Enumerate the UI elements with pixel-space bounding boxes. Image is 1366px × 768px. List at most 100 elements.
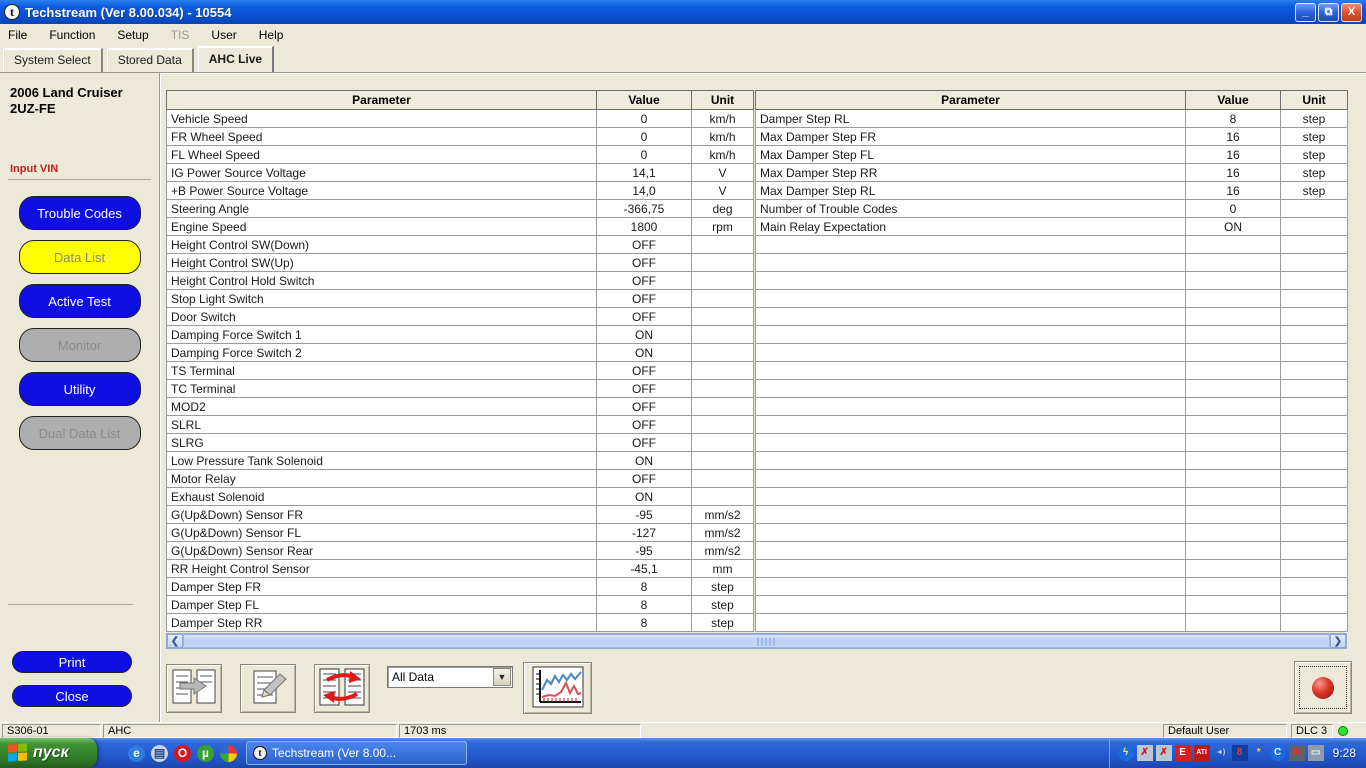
- ie-icon[interactable]: e: [128, 745, 145, 762]
- muted-icon[interactable]: ✖: [1289, 745, 1305, 761]
- menu-file[interactable]: File: [6, 26, 29, 44]
- layout-flower-icon[interactable]: *: [1251, 745, 1267, 761]
- param-cell: Damping Force Switch 2: [167, 344, 597, 362]
- opera-icon[interactable]: O: [174, 745, 191, 762]
- table-row[interactable]: FR Wheel Speed0km/h: [167, 128, 754, 146]
- chrome-icon[interactable]: [220, 745, 237, 762]
- status-system-code: S306-01: [2, 724, 101, 738]
- close-button[interactable]: Close: [12, 685, 132, 707]
- table-row[interactable]: SLRGOFF: [167, 434, 754, 452]
- table-row[interactable]: Number of Trouble Codes0: [756, 200, 1348, 218]
- table-row[interactable]: Vehicle Speed0km/h: [167, 110, 754, 128]
- battery-app-icon[interactable]: 8: [1232, 745, 1248, 761]
- close-window-button[interactable]: X: [1341, 3, 1362, 22]
- unit-cell: [1281, 236, 1348, 254]
- table-row[interactable]: Motor RelayOFF: [167, 470, 754, 488]
- title-bar[interactable]: t Techstream (Ver 8.00.034) - 10554 _ ⧉ …: [0, 0, 1366, 24]
- value-cell: [1186, 344, 1281, 362]
- data-filter-dropdown[interactable]: All Data ▼: [387, 666, 513, 688]
- notes-icon[interactable]: ▤: [151, 745, 168, 762]
- tab-system-select[interactable]: System Select: [3, 48, 103, 72]
- record-review-button[interactable]: [240, 664, 296, 713]
- scroll-right-arrow-icon[interactable]: ❯: [1330, 634, 1346, 648]
- menu-function[interactable]: Function: [47, 26, 97, 44]
- col-header-value[interactable]: Value: [597, 91, 692, 110]
- scrollbar-thumb[interactable]: [183, 634, 1330, 648]
- tab-stored-data[interactable]: Stored Data: [107, 48, 194, 72]
- table-row[interactable]: TS TerminalOFF: [167, 362, 754, 380]
- menu-user[interactable]: User: [209, 26, 238, 44]
- e-app-icon[interactable]: E: [1175, 745, 1191, 761]
- chevron-down-icon[interactable]: ▼: [493, 668, 511, 686]
- table-row[interactable]: Damping Force Switch 2ON: [167, 344, 754, 362]
- table-row[interactable]: SLRLOFF: [167, 416, 754, 434]
- table-row[interactable]: G(Up&Down) Sensor Rear-95mm/s2: [167, 542, 754, 560]
- table-row: [756, 398, 1348, 416]
- col-header-unit[interactable]: Unit: [1281, 91, 1348, 110]
- col-header-value[interactable]: Value: [1186, 91, 1281, 110]
- utorrent-icon[interactable]: µ: [197, 745, 214, 762]
- col-header-parameter[interactable]: Parameter: [756, 91, 1186, 110]
- table-row[interactable]: Door SwitchOFF: [167, 308, 754, 326]
- restore-button[interactable]: ⧉: [1318, 3, 1339, 22]
- table-row[interactable]: TC TerminalOFF: [167, 380, 754, 398]
- network-offline-icon[interactable]: ✗: [1137, 745, 1153, 761]
- record-button[interactable]: [1294, 661, 1352, 714]
- start-button[interactable]: пуск: [0, 738, 97, 768]
- data-table-left: Parameter Value Unit Vehicle Speed0km/hF…: [166, 90, 754, 632]
- ati-icon[interactable]: ATI: [1194, 745, 1210, 761]
- punto-switcher-icon[interactable]: ϟ: [1118, 745, 1134, 761]
- table-row[interactable]: Max Damper Step RL16step: [756, 182, 1348, 200]
- table-row[interactable]: Stop Light SwitchOFF: [167, 290, 754, 308]
- sidebar-button-trouble-codes[interactable]: Trouble Codes: [19, 196, 141, 230]
- scroll-left-arrow-icon[interactable]: ❮: [167, 634, 183, 648]
- menu-help[interactable]: Help: [257, 26, 286, 44]
- table-row[interactable]: G(Up&Down) Sensor FR-95mm/s2: [167, 506, 754, 524]
- horizontal-scrollbar[interactable]: ❮ ❯: [166, 633, 1347, 649]
- col-header-parameter[interactable]: Parameter: [167, 91, 597, 110]
- line-graph-button[interactable]: [523, 662, 592, 714]
- unit-cell: [692, 452, 754, 470]
- table-row[interactable]: Engine Speed1800rpm: [167, 218, 754, 236]
- table-row[interactable]: Damper Step FR8step: [167, 578, 754, 596]
- table-row[interactable]: Height Control SW(Down)OFF: [167, 236, 754, 254]
- select-data-button[interactable]: [166, 664, 222, 713]
- table-row[interactable]: G(Up&Down) Sensor FL-127mm/s2: [167, 524, 754, 542]
- sidebar-button-active-test[interactable]: Active Test: [19, 284, 141, 318]
- table-row[interactable]: Height Control Hold SwitchOFF: [167, 272, 754, 290]
- tab-ahc-live[interactable]: AHC Live: [198, 46, 274, 72]
- table-row[interactable]: Damper Step RL8step: [756, 110, 1348, 128]
- table-row[interactable]: Max Damper Step FL16step: [756, 146, 1348, 164]
- volume-icon[interactable]: ◄): [1213, 745, 1229, 761]
- value-cell: -366,75: [597, 200, 692, 218]
- input-vin-link[interactable]: Input VIN: [10, 163, 159, 175]
- taskbar-item-techstream[interactable]: t Techstream (Ver 8.00...: [246, 741, 467, 765]
- col-header-unit[interactable]: Unit: [692, 91, 754, 110]
- table-row[interactable]: Damper Step FL8step: [167, 596, 754, 614]
- table-row[interactable]: IG Power Source Voltage14,1V: [167, 164, 754, 182]
- table-row[interactable]: RR Height Control Sensor-45,1mm: [167, 560, 754, 578]
- table-row[interactable]: FL Wheel Speed0km/h: [167, 146, 754, 164]
- audio-device-offline-icon[interactable]: ✗: [1156, 745, 1172, 761]
- table-row[interactable]: MOD2OFF: [167, 398, 754, 416]
- sidebar-button-utility[interactable]: Utility: [19, 372, 141, 406]
- table-row[interactable]: Exhaust SolenoidON: [167, 488, 754, 506]
- table-row[interactable]: Low Pressure Tank SolenoidON: [167, 452, 754, 470]
- swap-display-button[interactable]: [314, 664, 370, 713]
- menu-setup[interactable]: Setup: [115, 26, 150, 44]
- table-row[interactable]: Height Control SW(Up)OFF: [167, 254, 754, 272]
- table-row[interactable]: Damper Step RR8step: [167, 614, 754, 632]
- tray-icons: ϟ✗✗EATI◄)8*C✖▭: [1118, 745, 1324, 761]
- table-row[interactable]: +B Power Source Voltage14,0V: [167, 182, 754, 200]
- sidebar-button-data-list[interactable]: Data List: [19, 240, 141, 274]
- table-row[interactable]: Max Damper Step RR16step: [756, 164, 1348, 182]
- display-icon[interactable]: ▭: [1308, 745, 1324, 761]
- table-row[interactable]: Steering Angle-366,75deg: [167, 200, 754, 218]
- unit-cell: km/h: [692, 146, 754, 164]
- table-row[interactable]: Max Damper Step FR16step: [756, 128, 1348, 146]
- print-button[interactable]: Print: [12, 651, 132, 673]
- c-app-icon[interactable]: C: [1270, 745, 1286, 761]
- table-row[interactable]: Damping Force Switch 1ON: [167, 326, 754, 344]
- minimize-button[interactable]: _: [1295, 3, 1316, 22]
- table-row[interactable]: Main Relay ExpectationON: [756, 218, 1348, 236]
